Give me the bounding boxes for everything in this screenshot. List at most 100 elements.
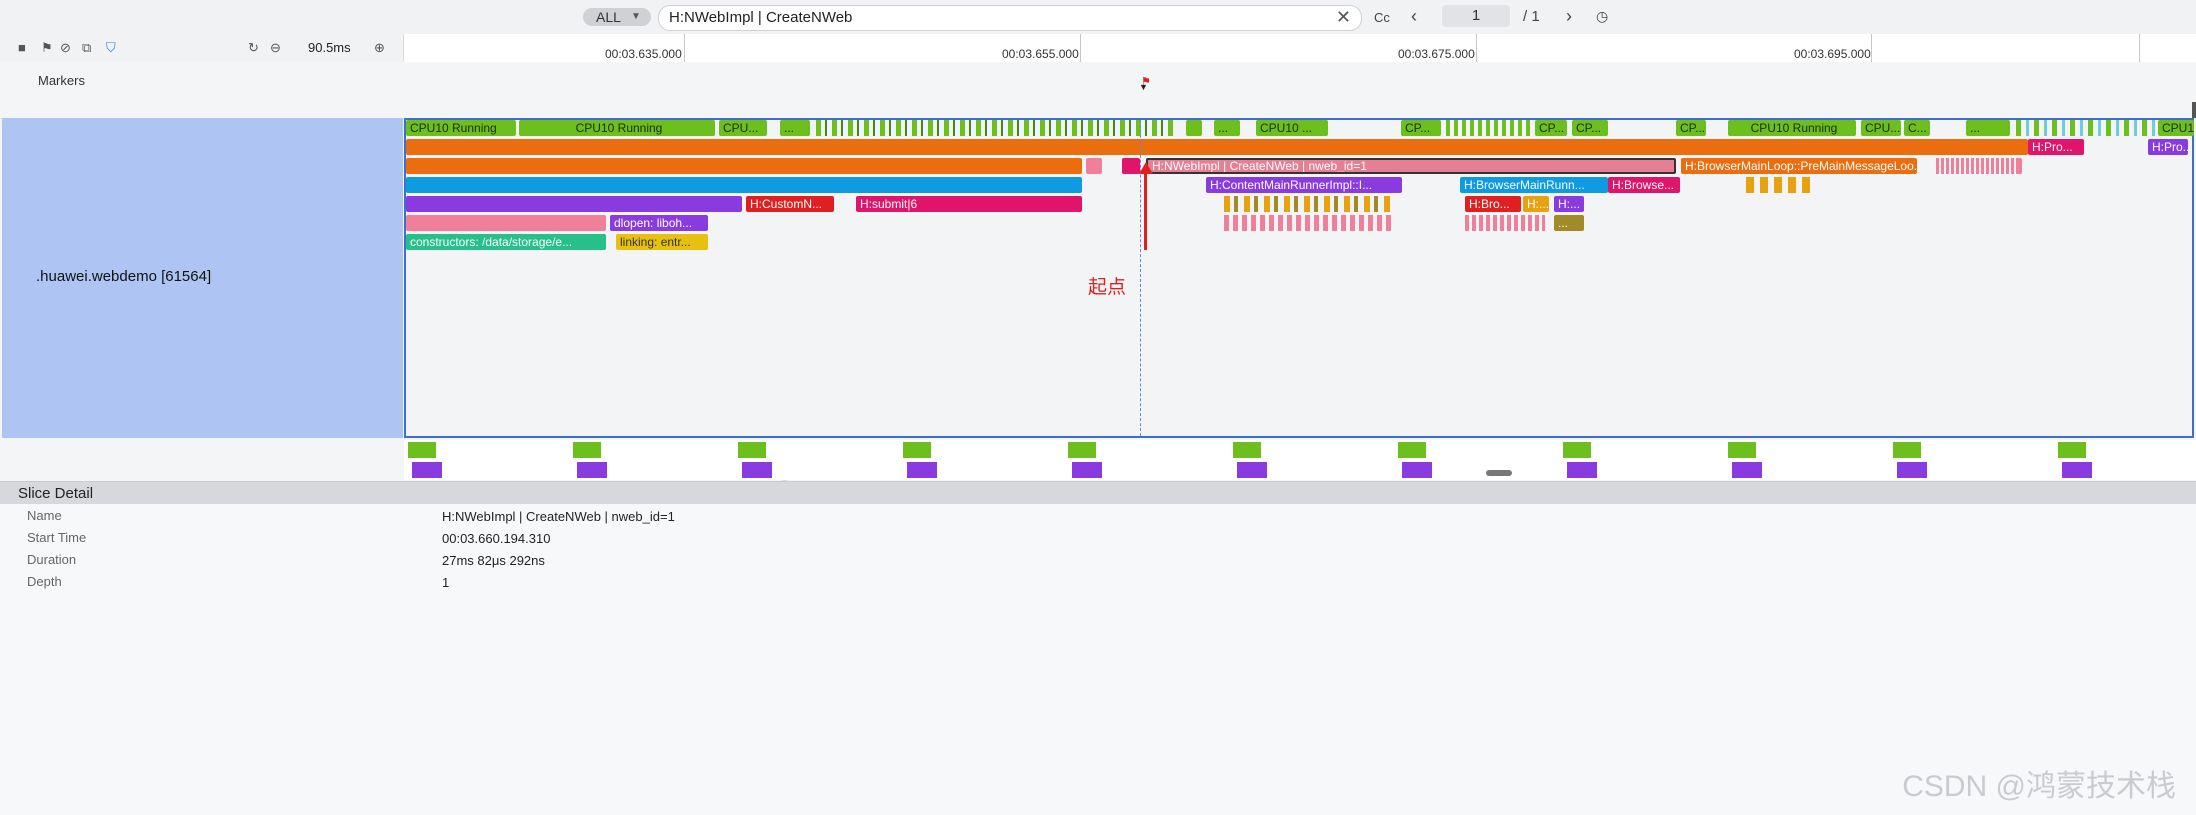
watermark: CSDN @鸿蒙技术栈	[1902, 770, 2176, 803]
thread-slice[interactable]	[406, 196, 742, 212]
ruler-tick-line	[1871, 34, 1872, 62]
cpu-running-slice[interactable]: ...	[780, 120, 810, 136]
history-icon[interactable]: ◷	[1596, 8, 1608, 25]
cpu-running-slice[interactable]: CP...	[1572, 120, 1608, 136]
thread-slice[interactable]: H:...	[1523, 196, 1549, 212]
process-track-label[interactable]: .huawei.webdemo [61564]	[2, 118, 403, 438]
ruler-tick-label: 00:03.655.000	[1002, 47, 1079, 61]
cpu-running-slice[interactable]: CPU1	[2158, 120, 2194, 136]
cpu-lane-row	[408, 442, 2194, 458]
process-track[interactable]: CPU10 Running CPU10 Running CPU... ... .…	[404, 118, 2194, 438]
small-slices	[1936, 158, 2016, 174]
scrollbar-thumb[interactable]	[2192, 102, 2196, 118]
cpu-slivers	[816, 120, 1176, 136]
cpu-running-slice[interactable]: CPU10 ...	[1256, 120, 1328, 136]
detail-value-name: H:NWebImpl | CreateNWeb | nweb_id=1	[442, 509, 675, 524]
process-name: .huawei.webdemo [61564]	[36, 268, 212, 285]
next-result-icon[interactable]: ›	[1566, 6, 1572, 27]
clear-search-icon[interactable]: ✕	[1336, 7, 1351, 28]
thread-slice[interactable]: constructors: /data/storage/e...	[406, 234, 606, 250]
annotation-arrow-shaft	[1144, 170, 1147, 250]
selected-createnweb-slice[interactable]: H:NWebImpl | CreateNWeb | nweb_id=1	[1146, 158, 1676, 174]
screenshot-icon[interactable]: ⧉	[82, 40, 91, 56]
thread-slice[interactable]	[406, 177, 1082, 193]
zoom-out-icon[interactable]: ⊖	[270, 40, 281, 56]
cpu-running-slice[interactable]: ...	[1966, 120, 2010, 136]
thread-slice[interactable]	[1086, 158, 1102, 174]
page-current-input[interactable]: 1	[1442, 5, 1510, 27]
slice-detail-title: Slice Detail	[18, 485, 94, 502]
lower-lanes[interactable]: ▼	[404, 440, 2196, 488]
cpu-running-slice[interactable]: CP...	[1535, 120, 1567, 136]
horizontal-scrollbar-thumb[interactable]	[1486, 470, 1512, 476]
annotation-arrow-head	[1139, 162, 1153, 174]
thread-slice[interactable]: H:Pro...	[2148, 139, 2188, 155]
cpu-running-slice[interactable]: CPU10 Running	[519, 120, 715, 136]
flag-icon[interactable]: ⚑	[41, 40, 53, 56]
prev-result-icon[interactable]: ‹	[1411, 6, 1417, 27]
markers-label: Markers	[38, 73, 85, 88]
thread-slice[interactable]: H:Browse...	[1608, 177, 1680, 193]
slice-lane-row	[412, 462, 2194, 478]
thread-slice[interactable]: H:BrowserMainRunn...	[1460, 177, 1608, 193]
small-slices	[1224, 196, 1394, 212]
thread-slice[interactable]: H:Pro...	[2028, 139, 2084, 155]
search-value: H:NWebImpl | CreateNWeb	[669, 9, 853, 26]
detail-value-duration: 27ms 82μs 292ns	[442, 553, 545, 568]
time-ruler[interactable]: 00:03.635.000 00:03.655.000 00:03.675.00…	[404, 34, 2196, 63]
markers-track-label[interactable]: Markers	[0, 62, 403, 119]
detail-value-start-time: 00:03.660.194.310	[442, 531, 551, 546]
cpu-running-slice[interactable]: CPU10 Running	[1728, 120, 1856, 136]
thread-slice[interactable]: H:CustomN...	[746, 196, 834, 212]
cpu-running-slice[interactable]: C...	[1904, 120, 1930, 136]
block-icon[interactable]: ⊘	[60, 40, 71, 56]
zoom-value: 90.5ms	[308, 40, 351, 55]
slice-detail-header[interactable]: Slice Detail	[0, 481, 2196, 505]
ruler-tick-label: 00:03.695.000	[1794, 47, 1871, 61]
cpu-running-slice[interactable]: CP...	[1401, 120, 1441, 136]
chevron-down-icon: ▼	[631, 11, 641, 22]
ruler-tick-label: 00:03.675.000	[1398, 47, 1475, 61]
thread-slice[interactable]	[406, 215, 606, 231]
filter-label: ALL	[596, 9, 621, 25]
detail-label-start-time: Start Time	[27, 530, 87, 545]
start-annotation-label: 起点	[1088, 277, 1127, 298]
detail-value-depth: 1	[442, 575, 450, 590]
thread-slice[interactable]: H:BrowserMainLoop::PreMainMessageLoo...	[1681, 158, 1917, 174]
thread-slice[interactable]	[406, 158, 1082, 174]
marker-pointer-icon: ▼	[1139, 82, 1148, 92]
small-slices	[1224, 215, 1394, 231]
filter-icon[interactable]: ⛉	[106, 40, 116, 56]
thread-slice[interactable]: linking: entr...	[616, 234, 708, 250]
ruler-tick-line	[684, 34, 685, 62]
case-sensitive-button[interactable]: Cc	[1374, 10, 1390, 25]
cpu-slivers	[2016, 120, 2156, 136]
main-thread-slice[interactable]	[406, 139, 2028, 155]
markers-track[interactable]: ⚑ ▼	[404, 62, 2196, 119]
thread-slice[interactable]: H:ContentMainRunnerImpl::I...	[1206, 177, 1402, 193]
ruler-tick-label: 00:03.635.000	[605, 47, 682, 61]
thread-slice[interactable]: H:Bro...	[1465, 196, 1521, 212]
cpu-slivers	[1446, 120, 1532, 136]
thread-slice[interactable]: H:submit|6	[856, 196, 1082, 212]
thread-slice[interactable]: H:...	[1554, 196, 1584, 212]
cpu-running-slice[interactable]: ...	[1214, 120, 1240, 136]
filter-dropdown[interactable]: ALL ▼	[583, 8, 651, 26]
thread-slice[interactable]: dlopen: liboh...	[610, 215, 708, 231]
cpu-running-slice[interactable]: CPU...	[1861, 120, 1901, 136]
ruler-tick-line	[1080, 34, 1081, 62]
reset-zoom-icon[interactable]: ↻	[248, 40, 259, 56]
ruler-tick-line	[1476, 34, 1477, 62]
cpu-running-slice[interactable]: CPU10 Running	[406, 120, 516, 136]
thread-slice[interactable]	[1122, 158, 1140, 174]
search-input[interactable]: H:NWebImpl | CreateNWeb ✕	[658, 5, 1362, 31]
cpu-running-slice[interactable]: CPU...	[719, 120, 767, 136]
detail-label-duration: Duration	[27, 552, 77, 567]
small-slices	[1465, 215, 1545, 231]
cpu-running-slice[interactable]: CP...	[1676, 120, 1706, 136]
square-icon[interactable]: ■	[18, 40, 26, 55]
thread-slice[interactable]: ...	[1554, 215, 1584, 231]
detail-label-depth: Depth	[27, 574, 62, 589]
cpu-running-slice[interactable]	[1186, 120, 1202, 136]
zoom-in-icon[interactable]: ⊕	[374, 40, 385, 56]
